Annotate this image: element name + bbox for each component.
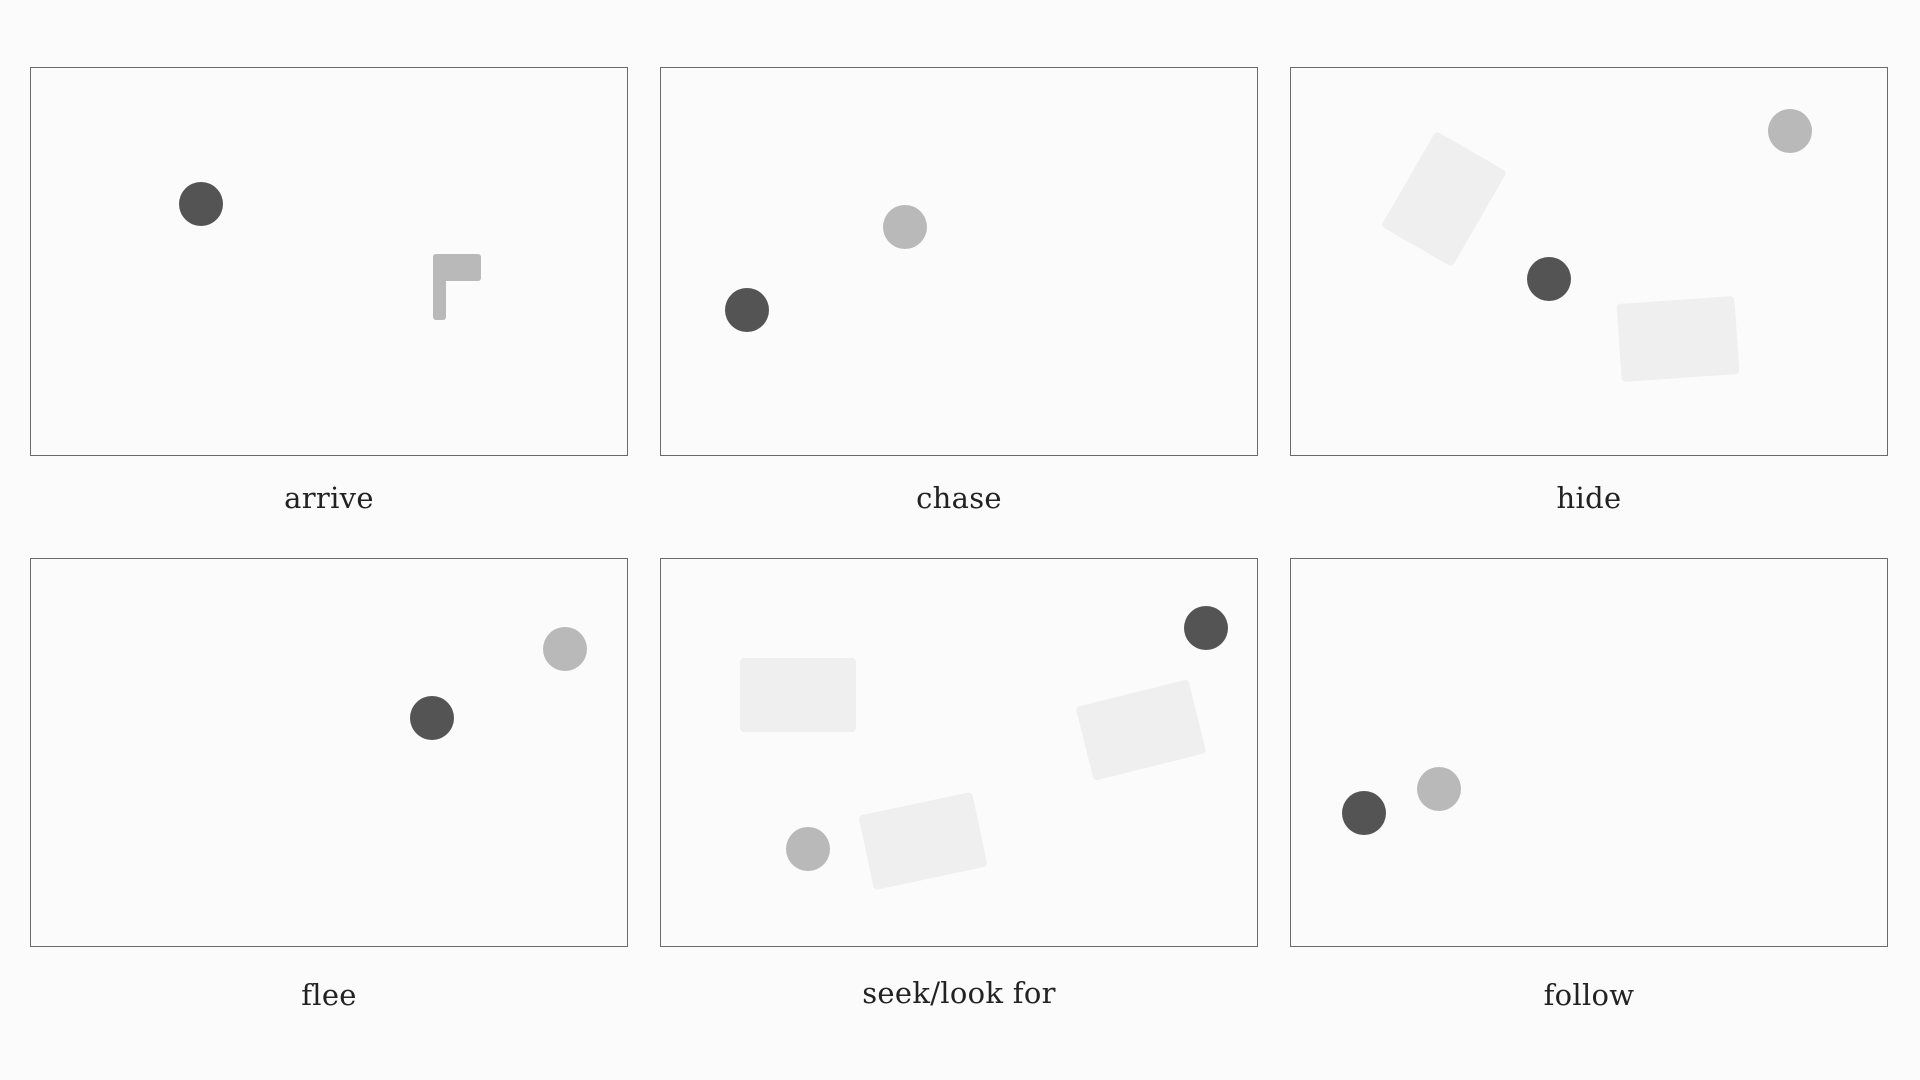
target-dot-icon: [543, 627, 587, 671]
panel-hide: [1290, 67, 1888, 456]
agent-dot-icon: [1527, 257, 1571, 301]
agent-dot-icon: [1342, 791, 1386, 835]
obstacle-rect: [1616, 295, 1740, 383]
caption-hide: hide: [1556, 481, 1622, 515]
caption-flee: flee: [301, 978, 357, 1012]
target-dot-icon: [786, 827, 830, 871]
agent-dot-icon: [410, 696, 454, 740]
flag-icon: [433, 254, 481, 320]
panel-seek: [660, 558, 1258, 947]
caption-follow: follow: [1543, 978, 1635, 1012]
panel-chase: [660, 67, 1258, 456]
target-dot-icon: [1417, 767, 1461, 811]
obstacle-rect: [740, 658, 856, 732]
caption-seek: seek/look for: [862, 976, 1056, 1010]
caption-arrive: arrive: [284, 481, 374, 515]
panel-flee: [30, 558, 628, 947]
agent-dot-icon: [1184, 606, 1228, 650]
target-dot-icon: [883, 205, 927, 249]
panel-arrive: [30, 67, 628, 456]
target-dot-icon: [1768, 109, 1812, 153]
caption-chase: chase: [916, 481, 1002, 515]
agent-dot-icon: [725, 288, 769, 332]
obstacle-rect: [858, 791, 988, 891]
agent-dot-icon: [179, 182, 223, 226]
panel-follow: [1290, 558, 1888, 947]
obstacle-rect: [1075, 679, 1207, 781]
obstacle-rect: [1380, 130, 1508, 268]
